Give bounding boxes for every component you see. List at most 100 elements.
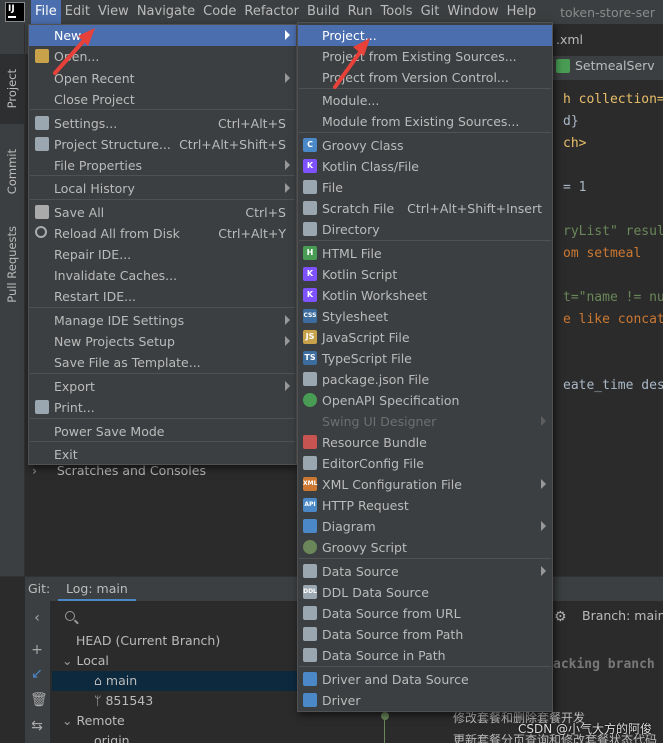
new-menu-item-data-source-from-path[interactable]: Data Source from Path xyxy=(298,624,552,645)
file-menu-item-print[interactable]: Print... xyxy=(29,397,296,418)
code-editor[interactable]: h collection=" d} ch> = 1 ryList" result… xyxy=(553,56,663,576)
new-menu-item-groovy-class[interactable]: C Groovy Class xyxy=(298,135,552,156)
menu-separator xyxy=(30,418,295,419)
tree-head-current-branch[interactable]: HEAD (Current Branch) xyxy=(76,631,220,651)
code-line: ryList" result xyxy=(563,224,663,239)
new-menu-item-driver[interactable]: Driver xyxy=(298,690,552,711)
file-menu-item-save-all[interactable]: Save All Ctrl+S xyxy=(29,202,296,223)
reload-icon xyxy=(35,226,47,238)
intellij-logo-icon xyxy=(5,2,25,22)
checkout-icon[interactable]: ↙ xyxy=(30,667,44,681)
new-menu-item-data-source-in-path[interactable]: Data Source in Path xyxy=(298,645,552,666)
branch-filter[interactable]: Branch: main xyxy=(582,608,663,623)
new-menu-item-kotlin-script[interactable]: K Kotlin Script xyxy=(298,264,552,285)
file-menu-item-exit[interactable]: Exit xyxy=(29,444,296,465)
html-file-icon: H xyxy=(303,246,317,260)
menu-git[interactable]: Git xyxy=(417,0,444,24)
file-menu-item-reload-all-from-disk[interactable]: Reload All from Disk Ctrl+Alt+Y xyxy=(29,223,296,244)
new-menu-item-openapi-specification[interactable]: OpenAPI Specification xyxy=(298,390,552,411)
new-menu-item-javascript-file[interactable]: JS JavaScript File xyxy=(298,327,552,348)
new-menu-item-kotlin-worksheet[interactable]: K Kotlin Worksheet xyxy=(298,285,552,306)
menu-help[interactable]: Help xyxy=(503,0,541,24)
new-menu-item-kotlin-class-file[interactable]: K Kotlin Class/File xyxy=(298,156,552,177)
new-menu-item-stylesheet[interactable]: CSS Stylesheet xyxy=(298,306,552,327)
chevron-left-icon[interactable]: ‹ xyxy=(30,611,44,625)
branch-search-input[interactable] xyxy=(55,605,300,631)
file-menu-item-new[interactable]: New xyxy=(29,25,296,46)
chevron-right-icon: › xyxy=(32,463,57,478)
file-menu-item-project-structure[interactable]: Project Structure... Ctrl+Alt+Shift+S xyxy=(29,134,296,155)
new-menu-item-diagram[interactable]: Diagram xyxy=(298,516,552,537)
tool-tab-commit[interactable]: Commit xyxy=(0,134,24,209)
menu-item-label: Export xyxy=(54,379,95,394)
file-menu-item-file-properties[interactable]: File Properties xyxy=(29,155,296,176)
file-menu-item-manage-ide-settings[interactable]: Manage IDE Settings xyxy=(29,310,296,331)
code-line: om setmeal xyxy=(563,246,642,261)
compare-icon[interactable]: ⇆ xyxy=(30,719,44,733)
new-menu-item-project-from-existing-sources[interactable]: Project from Existing Sources... xyxy=(298,46,552,67)
file-menu-item-close-project[interactable]: Close Project xyxy=(29,89,296,110)
file-menu-item-power-save-mode[interactable]: Power Save Mode xyxy=(29,421,296,442)
new-menu-item-driver-and-data-source[interactable]: Driver and Data Source xyxy=(298,669,552,690)
new-menu-item-data-source[interactable]: Data Source xyxy=(298,561,552,582)
editor-tab-xml[interactable]: .xml xyxy=(556,32,583,47)
menu-run[interactable]: Run xyxy=(344,0,377,24)
file-menu-item-repair-ide[interactable]: Repair IDE... xyxy=(29,244,296,265)
menu-item-label: Project Structure... xyxy=(54,137,171,152)
file-menu-item-export[interactable]: Export xyxy=(29,376,296,397)
tree-remote[interactable]: ⌄ Remote xyxy=(62,711,125,731)
tab-log-main[interactable]: Log: main xyxy=(58,577,136,601)
new-menu-item-module[interactable]: Module... xyxy=(298,90,552,111)
new-menu-item-data-source-from-url[interactable]: Data Source from URL xyxy=(298,603,552,624)
tool-tab-pull-requests[interactable]: Pull Requests xyxy=(0,214,24,314)
tree-branch-main[interactable]: ⌂ main xyxy=(52,671,300,691)
editor-tab-setmeal-service[interactable]: SetmealServ xyxy=(556,58,655,73)
submenu-arrow-icon xyxy=(541,416,546,426)
delete-icon[interactable]: 🗑 xyxy=(30,693,48,707)
new-menu-item-package-json-file[interactable]: package.json File xyxy=(298,369,552,390)
new-menu-item-scratch-file[interactable]: Scratch File Ctrl+Alt+Shift+Insert xyxy=(298,198,552,219)
file-menu-item-local-history[interactable]: Local History xyxy=(29,178,296,199)
menu-file[interactable]: File xyxy=(31,0,61,24)
file-menu-item-open[interactable]: Open... xyxy=(29,46,296,67)
menu-separator xyxy=(299,558,551,559)
file-menu-item-settings[interactable]: Settings... Ctrl+Alt+S xyxy=(29,113,296,134)
file-menu-item-open-recent[interactable]: Open Recent xyxy=(29,68,296,89)
menu-item-shortcut: Ctrl+Alt+Shift+Insert xyxy=(407,201,542,216)
new-menu-item-file[interactable]: File xyxy=(298,177,552,198)
chevron-down-icon: ⌄ xyxy=(62,713,77,728)
new-menu-item-xml-configuration-file[interactable]: XML XML Configuration File xyxy=(298,474,552,495)
add-icon[interactable]: + xyxy=(30,643,44,657)
new-menu-item-http-request[interactable]: API HTTP Request xyxy=(298,495,552,516)
new-menu-item-typescript-file[interactable]: TS TypeScript File xyxy=(298,348,552,369)
chevron-down-icon: ⌄ xyxy=(62,653,77,668)
file-menu-item-invalidate-caches[interactable]: Invalidate Caches... xyxy=(29,265,296,286)
gear-icon[interactable]: ⚙ xyxy=(554,609,567,625)
menu-refactor[interactable]: Refactor xyxy=(240,0,303,24)
tree-branch-851543[interactable]: ᛘ 851543 xyxy=(94,691,153,711)
tree-local[interactable]: ⌄ Local xyxy=(62,651,109,671)
new-menu-item-ddl-data-source[interactable]: DDL DDL Data Source xyxy=(298,582,552,603)
tree-origin[interactable]: origin xyxy=(94,731,130,743)
menu-item-label: Data Source from Path xyxy=(322,627,464,642)
menu-item-shortcut: Ctrl+Alt+S xyxy=(217,116,286,131)
menu-window[interactable]: Window xyxy=(443,0,502,24)
new-menu-item-editorconfig-file[interactable]: EditorConfig File xyxy=(298,453,552,474)
file-menu-item-new-projects-setup[interactable]: New Projects Setup xyxy=(29,331,296,352)
new-menu-item-project[interactable]: Project... xyxy=(298,25,552,46)
new-menu-item-groovy-script[interactable]: Groovy Script xyxy=(298,537,552,558)
file-menu-item-save-file-as-template[interactable]: Save File as Template... xyxy=(29,352,296,373)
menu-view[interactable]: View xyxy=(94,0,133,24)
menu-code[interactable]: Code xyxy=(199,0,240,24)
tool-tab-project[interactable]: Project xyxy=(0,54,24,124)
new-menu-item-directory[interactable]: Directory xyxy=(298,219,552,240)
new-menu-item-html-file[interactable]: H HTML File xyxy=(298,243,552,264)
file-menu-item-restart-ide[interactable]: Restart IDE... xyxy=(29,286,296,307)
menu-build[interactable]: Build xyxy=(303,0,344,24)
new-menu-item-module-from-existing-sources[interactable]: Module from Existing Sources... xyxy=(298,111,552,132)
menu-navigate[interactable]: Navigate xyxy=(133,0,199,24)
new-menu-item-resource-bundle[interactable]: Resource Bundle xyxy=(298,432,552,453)
menu-tools[interactable]: Tools xyxy=(377,0,417,24)
menu-edit[interactable]: Edit xyxy=(61,0,94,24)
new-menu-item-project-from-version-control[interactable]: Project from Version Control... xyxy=(298,67,552,88)
